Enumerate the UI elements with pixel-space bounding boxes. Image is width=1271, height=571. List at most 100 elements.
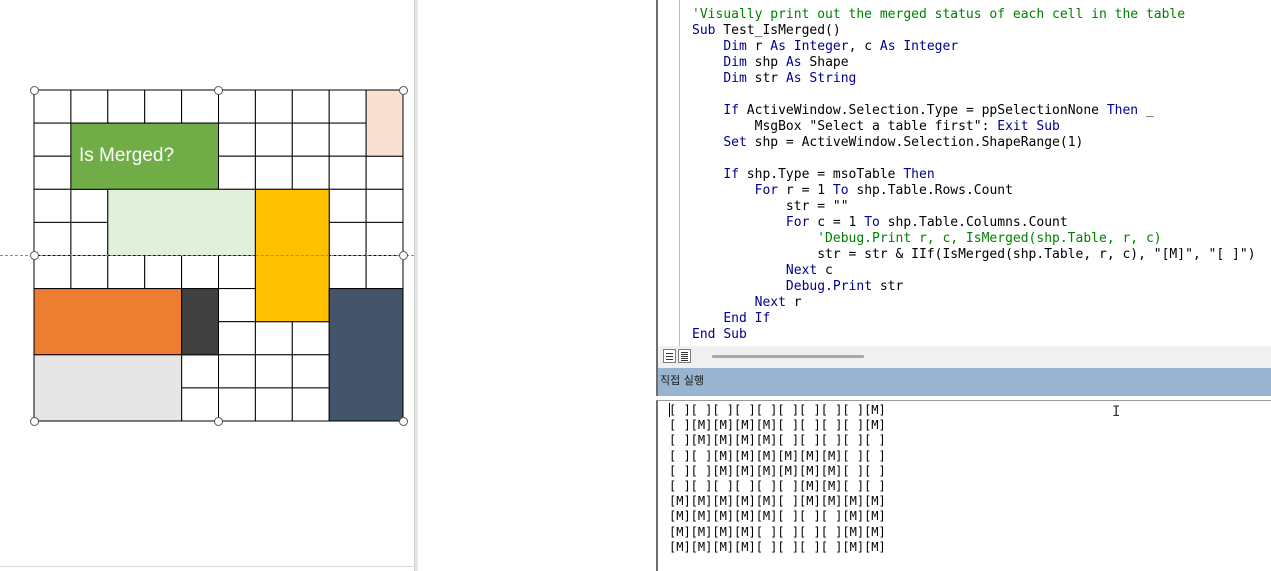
table-cell[interactable] [218,255,256,290]
table-cell[interactable] [70,255,109,290]
table-cell[interactable] [254,89,293,124]
resize-handle-right[interactable] [399,251,408,260]
immediate-output-line[interactable]: [ ][ ][M][M][M][M][M][M][ ][ ] [669,449,886,464]
table-cell[interactable] [254,321,293,356]
immediate-output-line[interactable]: [M][M][M][M][M][ ][ ][ ][M][M] [669,509,886,524]
table-cell[interactable] [218,387,256,422]
table-cell[interactable] [181,255,220,290]
table-cell[interactable] [254,387,293,422]
table-cell[interactable] [218,354,256,389]
immediate-output-line[interactable]: [ ][ ][M][M][M][M][M][M][ ][ ] [669,464,886,479]
immediate-output-line[interactable]: [M][M][M][M][ ][ ][ ][ ][M][M] [669,525,886,540]
table-cell[interactable] [328,221,367,256]
merged-block-dark-gray[interactable] [181,288,220,356]
table-cell[interactable] [33,255,72,290]
table-cell[interactable] [33,188,72,223]
code-line[interactable]: 'Debug.Print r, c, IsMerged(shp.Table, r… [692,231,1161,247]
immediate-output-line[interactable]: [M][M][M][M][ ][ ][ ][ ][M][M] [669,540,886,555]
immediate-output-line[interactable]: [ ][M][M][M][M][ ][ ][ ][ ][ ] [669,433,886,448]
code-line[interactable]: End If [692,311,770,327]
code-line[interactable]: 'Visually print out the merged status of… [692,7,1185,23]
table-cell[interactable] [218,155,256,190]
resize-handle-bottom[interactable] [214,417,223,426]
resize-handle-bottom-right[interactable] [399,417,408,426]
table-cell[interactable] [291,155,330,190]
code-line[interactable]: str = str & IIf(IsMerged(shp.Table, r, c… [692,247,1255,263]
immediate-window-output[interactable]: [ ][ ][ ][ ][ ][ ][ ][ ][ ][M][ ][M][M][… [656,400,1271,571]
table-cell[interactable] [291,321,330,356]
code-line[interactable]: Set shp = ActiveWindow.Selection.ShapeRa… [692,135,1083,151]
table-cell[interactable] [218,288,256,323]
code-line[interactable]: Sub Test_IsMerged() [692,23,841,39]
code-line[interactable]: Dim shp As Shape [692,55,848,71]
table-cell[interactable] [328,255,367,290]
table-cell[interactable] [291,354,330,389]
table-cell[interactable] [328,122,367,157]
resize-handle-left[interactable] [30,251,39,260]
table-cell[interactable] [291,122,330,157]
code-line[interactable]: Next c [692,263,833,279]
table-cell[interactable] [70,89,109,124]
table-cell[interactable] [365,255,404,290]
table-cell[interactable] [33,122,72,157]
immediate-output-line[interactable]: [ ][M][M][M][M][ ][ ][ ][ ][M] [669,418,886,433]
resize-handle-bottom-left[interactable] [30,417,39,426]
table-cell[interactable] [181,387,220,422]
table-cell[interactable] [254,122,293,157]
table-cell[interactable] [33,221,72,256]
merged-block-navy[interactable] [328,288,404,422]
table-cell[interactable] [70,221,109,256]
code-line[interactable]: If shp.Type = msoTable Then [692,167,934,183]
full-module-view-button[interactable] [678,349,691,363]
table-label-text: Is Merged? [79,144,175,166]
merged-block-orange[interactable] [33,288,183,356]
table-cell[interactable] [365,188,404,223]
table-cell[interactable] [107,89,146,124]
table-cell[interactable] [254,155,293,190]
table-cell[interactable] [328,155,367,190]
table-cell[interactable] [291,89,330,124]
table-cell[interactable] [144,255,183,290]
table-cell[interactable] [218,89,256,124]
code-line[interactable]: If ActiveWindow.Selection.Type = ppSelec… [692,103,1153,119]
table-cell[interactable] [218,122,256,157]
table-cell[interactable] [181,89,220,124]
table-cell[interactable] [181,354,220,389]
table-cell[interactable] [107,255,146,290]
code-line[interactable]: Next r [692,295,802,311]
table-cell[interactable] [33,155,72,190]
code-margin-indicator-bar[interactable] [656,0,680,346]
table-cell[interactable] [33,89,72,124]
table-cell[interactable] [254,354,293,389]
table-cell[interactable] [291,387,330,422]
code-line[interactable]: End Sub [692,327,747,343]
code-line[interactable]: Dim r As Integer, c As Integer [692,39,958,55]
table-cell[interactable] [365,155,404,190]
resize-handle-top[interactable] [214,86,223,95]
merged-block-light-green[interactable] [107,188,256,256]
slide-canvas[interactable]: Is Merged? [0,0,414,571]
code-line[interactable]: Debug.Print str [692,279,903,295]
resize-handle-top-right[interactable] [399,86,408,95]
immediate-output-line[interactable]: [ ][ ][ ][ ][ ][ ][ ][ ][ ][M] [669,403,886,418]
merged-block-light-gray[interactable] [33,354,183,422]
table-cell[interactable] [218,321,256,356]
code-line[interactable]: str = "" [692,199,849,215]
merged-block-peach[interactable] [365,89,404,157]
code-line[interactable]: MsgBox "Select a table first": Exit Sub [692,119,1060,135]
table-cell[interactable] [328,188,367,223]
immediate-output-line[interactable]: [M][M][M][M][M][ ][M][M][M][M] [669,494,886,509]
code-line[interactable]: For r = 1 To shp.Table.Rows.Count [692,183,1013,199]
code-line[interactable]: Dim str As String [692,71,856,87]
table-cell[interactable] [328,89,367,124]
immediate-window-titlebar[interactable]: 직접 실행 [656,368,1271,396]
procedure-view-button[interactable] [663,349,676,363]
table-cell[interactable] [70,188,109,223]
code-line[interactable]: For c = 1 To shp.Table.Columns.Count [692,215,1068,231]
table-cell[interactable] [365,221,404,256]
horizontal-scrollbar[interactable] [712,355,864,358]
resize-handle-top-left[interactable] [30,86,39,95]
table-cell[interactable] [144,89,183,124]
code-editor[interactable]: 'Visually print out the merged status of… [681,0,1271,346]
immediate-output-line[interactable]: [ ][ ][ ][ ][ ][ ][M][M][ ][ ] [669,479,886,494]
